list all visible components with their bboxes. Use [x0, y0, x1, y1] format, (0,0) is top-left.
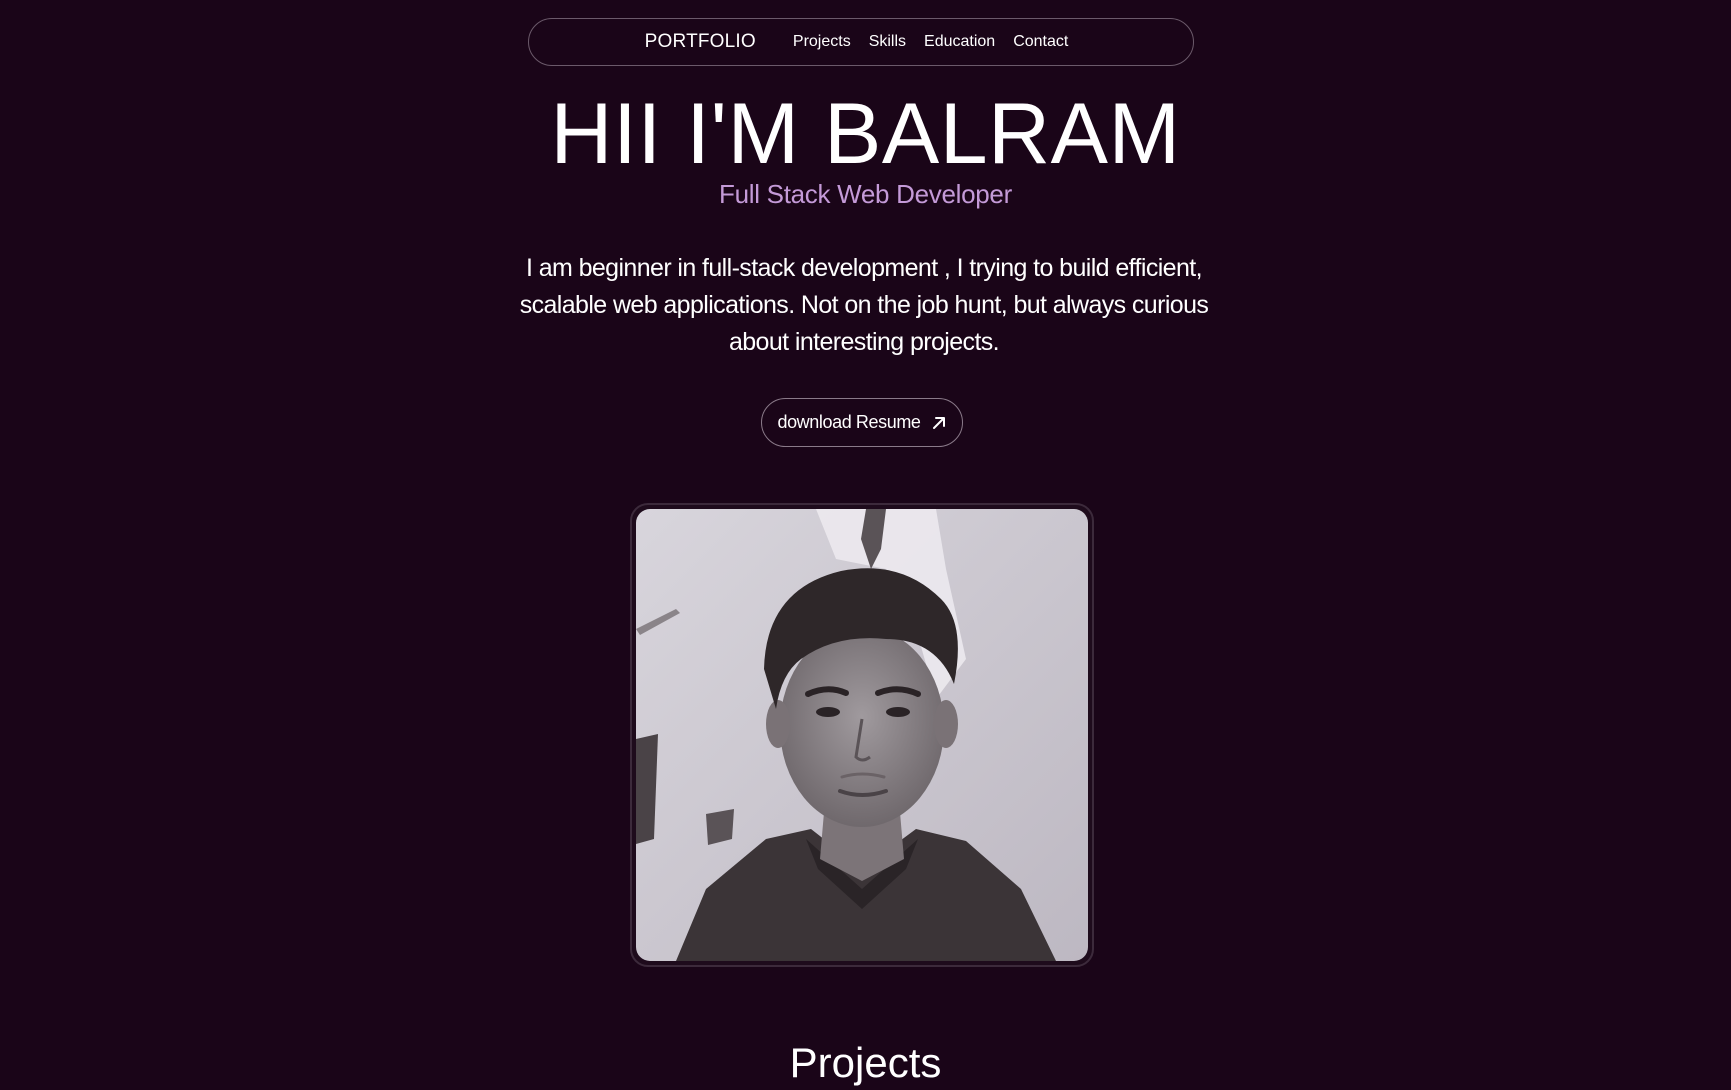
hero-subtitle: Full Stack Web Developer — [719, 179, 1012, 209]
profile-photo-frame — [630, 503, 1094, 967]
nav-link-projects[interactable]: Projects — [793, 33, 851, 51]
download-resume-button[interactable]: download Resume — [761, 398, 963, 447]
hero-title: HII I'M BALRAM — [550, 86, 1181, 182]
projects-section-title: Projects — [789, 1039, 942, 1086]
hero-description: I am beginner in full-stack development … — [519, 254, 1209, 356]
arrow-up-right-icon — [931, 415, 947, 431]
resume-button-label: download Resume — [777, 412, 921, 432]
profile-photo — [636, 509, 1088, 961]
nav-link-contact[interactable]: Contact — [1013, 33, 1068, 51]
nav-link-education[interactable]: Education — [924, 33, 995, 51]
nav-link-skills[interactable]: Skills — [869, 33, 906, 51]
nav-brand[interactable]: PORTFOLIO — [645, 31, 756, 53]
navbar: PORTFOLIO Projects Skills Education Cont… — [528, 18, 1194, 66]
